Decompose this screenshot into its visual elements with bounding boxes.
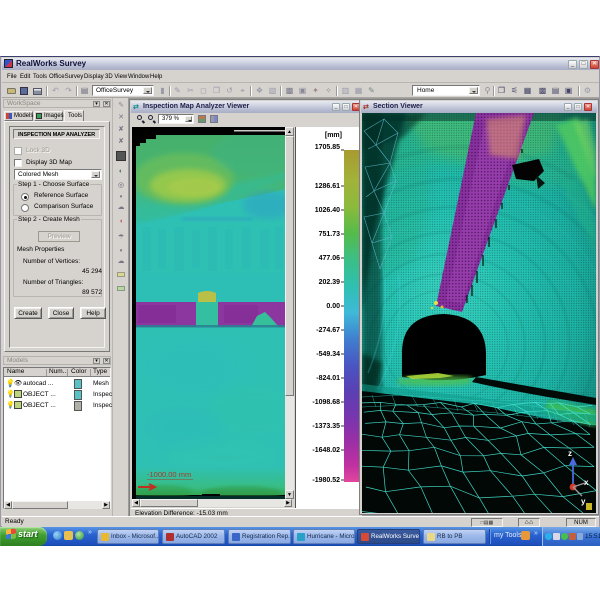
svg-text:1286.61: 1286.61 (315, 183, 340, 190)
svg-text:z: z (568, 449, 572, 458)
svg-text:-1648.02: -1648.02 (312, 447, 340, 454)
svg-text:751.73: 751.73 (319, 231, 341, 238)
svg-text:0.00: 0.00 (326, 303, 340, 310)
svg-text:1705.85: 1705.85 (315, 144, 340, 151)
svg-text:[mm]: [mm] (325, 132, 342, 139)
svg-text:-824.01: -824.01 (316, 375, 340, 382)
svg-text:477.06: 477.06 (319, 255, 341, 262)
svg-text:-1980.52: -1980.52 (312, 477, 340, 484)
svg-text:-1373.35: -1373.35 (312, 423, 340, 430)
svg-text:1026.40: 1026.40 (315, 207, 340, 214)
svg-text:202.39: 202.39 (319, 279, 341, 286)
svg-text:-549.34: -549.34 (316, 351, 340, 358)
svg-text:x: x (584, 478, 589, 487)
svg-text:y: y (581, 497, 586, 506)
svg-text:-1000.00 mm: -1000.00 mm (147, 470, 191, 479)
svg-text:-274.67: -274.67 (316, 327, 340, 334)
svg-text:-1098.68: -1098.68 (312, 399, 340, 406)
